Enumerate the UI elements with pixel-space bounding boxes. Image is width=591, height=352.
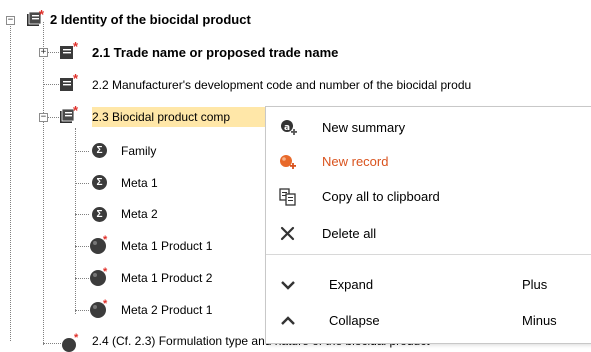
menu-item-delete-all[interactable]: Delete all [266, 217, 591, 251]
clipboard-icon [279, 188, 296, 206]
tree-node-label: Meta 1 Product 2 [121, 271, 213, 285]
chevron-up-icon [281, 316, 295, 325]
tree-node-label: Meta 1 Product 1 [121, 239, 213, 253]
menu-item-collapse[interactable]: Collapse Minus [266, 304, 591, 338]
record-ball-icon: * [62, 332, 79, 352]
menu-item-shortcut: Plus [522, 277, 548, 292]
tree-node-label: Meta 2 [121, 207, 158, 221]
menu-item-label: Delete all [322, 226, 377, 241]
menu-item-label: New summary [322, 120, 406, 135]
menu-item-label: Expand [329, 277, 374, 292]
tree-connector [75, 183, 89, 184]
new-summary-icon: a [281, 120, 297, 135]
menu-separator [266, 254, 591, 255]
menu-item-label: Copy all to clipboard [322, 189, 440, 204]
tree-node-label: 2.1 Trade name or proposed trade name [92, 45, 339, 60]
tree-connector [43, 343, 61, 344]
new-record-icon [280, 155, 296, 169]
record-ball-icon: * [90, 235, 108, 254]
delete-icon [280, 226, 295, 241]
required-asterisk: * [39, 7, 45, 22]
tree-node-label: 2.3 Biocidal product comp [92, 110, 231, 124]
required-asterisk: * [73, 103, 79, 118]
svg-text:*: * [103, 235, 108, 246]
tree-connector [75, 151, 89, 152]
sigma-summary-icon: Σ [92, 175, 107, 190]
menu-item-copy-all[interactable]: Copy all to clipboard [266, 180, 591, 214]
chevron-down-icon [281, 281, 295, 290]
svg-text:*: * [103, 299, 108, 310]
collapse-toggle[interactable]: − [6, 16, 15, 25]
required-asterisk: * [73, 39, 79, 54]
tree-connector [75, 214, 89, 215]
menu-item-shortcut: Minus [522, 313, 557, 328]
record-ball-icon: * [90, 267, 108, 286]
required-asterisk: * [73, 71, 79, 86]
menu-item-new-summary[interactable]: a New summary [266, 111, 591, 145]
menu-item-expand[interactable]: Expand Plus [266, 268, 591, 302]
expand-toggle[interactable]: + [39, 48, 48, 57]
tree-node-label: 2 Identity of the biocidal product [50, 12, 251, 27]
tree-connector [75, 278, 89, 279]
sigma-summary-icon: Σ [92, 143, 107, 158]
tree-connector [75, 128, 76, 314]
menu-item-label: New record [322, 154, 389, 169]
record-ball-icon: * [90, 299, 108, 318]
sigma-summary-icon: Σ [92, 207, 107, 222]
tree-node-label: Family [121, 144, 157, 158]
tree-connector [75, 246, 89, 247]
tree-connector [75, 310, 89, 311]
collapse-toggle[interactable]: − [39, 113, 48, 122]
tree-connector [43, 22, 44, 345]
svg-text:a: a [284, 123, 290, 133]
svg-text:*: * [103, 267, 108, 278]
tree-node-label: Meta 2 Product 1 [121, 303, 213, 317]
tree-node-label: 2.2 Manufacturer's development code and … [92, 78, 472, 92]
menu-item-new-record[interactable]: New record [266, 145, 591, 179]
context-menu: a New summary New record Copy all to cli… [266, 107, 591, 343]
menu-item-label: Collapse [329, 313, 380, 328]
tree-node-label: Meta 1 [121, 176, 158, 190]
tree-connector [10, 24, 11, 341]
svg-text:*: * [74, 332, 79, 344]
